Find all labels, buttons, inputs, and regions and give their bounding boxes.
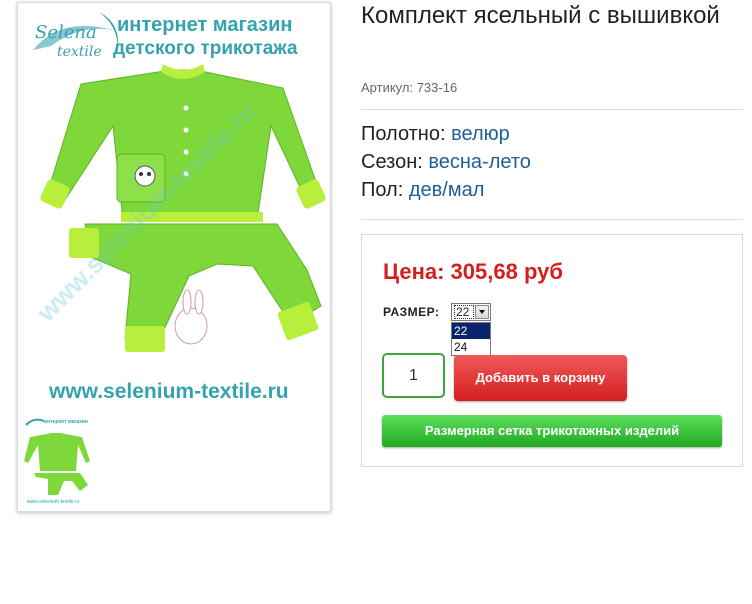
- add-to-cart-button[interactable]: Добавить в корзину: [454, 355, 627, 401]
- garment-illustration: [40, 64, 326, 352]
- quantity-input[interactable]: 1: [382, 353, 445, 398]
- size-option[interactable]: 22: [452, 323, 490, 339]
- sku-label: Артикул:: [361, 80, 414, 95]
- size-label: РАЗМЕР:: [383, 305, 440, 319]
- size-selected-value: 22: [454, 305, 474, 319]
- dropdown-arrow-icon[interactable]: [475, 305, 489, 319]
- attribute-value[interactable]: дев/мал: [409, 179, 485, 201]
- divider: [361, 219, 743, 220]
- size-option[interactable]: 24: [452, 339, 490, 355]
- product-price: Цена: 305,68 руб: [383, 259, 563, 284]
- sku-value: 733-16: [416, 80, 458, 95]
- product-thumbnail[interactable]: интернет магазин www.selenium-textile.ru: [22, 415, 92, 507]
- thumbnail-store-text: интернет магазин: [44, 419, 88, 425]
- image-website: www.selenium-textile.ru: [49, 380, 289, 403]
- attribute-gender: Пол: дев/мал: [361, 179, 484, 202]
- attribute-label: Сезон:: [361, 151, 423, 173]
- thumbnail-url: www.selenium-textile.ru: [27, 499, 80, 505]
- product-image-card: Selena textile интернет магазин детского…: [17, 2, 331, 512]
- product-title: Комплект ясельный с вышивкой: [361, 2, 720, 29]
- attribute-season: Сезон: весна-лето: [361, 151, 531, 174]
- size-chart-button[interactable]: Размерная сетка трикотажных изделий: [382, 415, 722, 447]
- product-main-photo[interactable]: Selena textile интернет магазин детского…: [21, 6, 327, 410]
- attribute-fabric: Полотно: велюр: [361, 123, 510, 146]
- attribute-label: Пол:: [361, 179, 404, 201]
- size-select[interactable]: 22: [451, 303, 491, 321]
- divider: [361, 109, 743, 110]
- attribute-value[interactable]: велюр: [451, 123, 510, 145]
- product-sku: Артикул: 733-16: [361, 80, 457, 95]
- thumbnail-garment: [24, 418, 90, 495]
- purchase-box: Цена: 305,68 руб РАЗМЕР: 22 22 24 1 Доба…: [361, 234, 743, 467]
- attribute-value[interactable]: весна-лето: [428, 151, 531, 173]
- size-dropdown-list[interactable]: 22 24: [451, 322, 491, 356]
- attribute-label: Полотно:: [361, 123, 446, 145]
